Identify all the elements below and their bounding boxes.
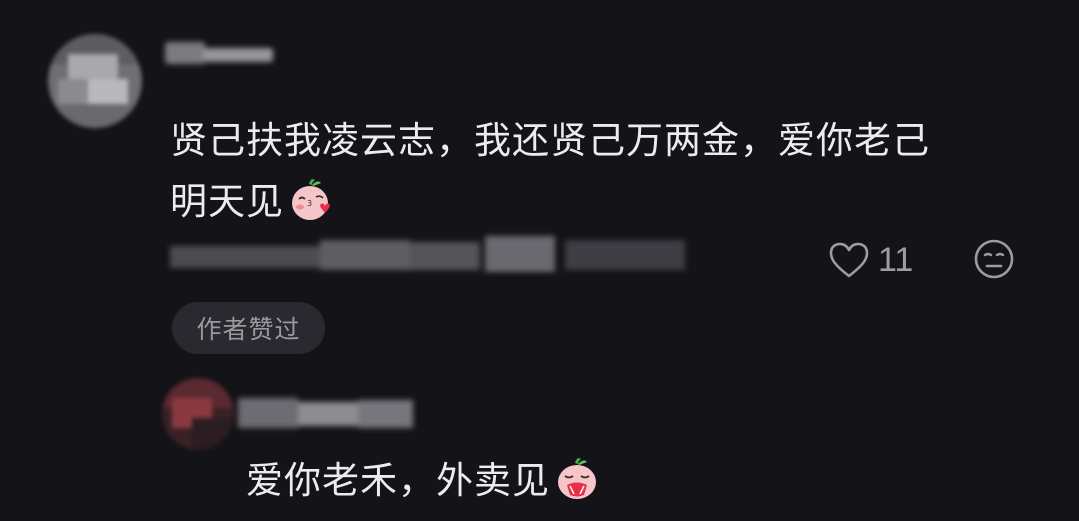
replier-avatar[interactable] [162,378,234,450]
pleading-face-emoji-icon [558,458,596,499]
like-button[interactable]: 11 [828,238,913,282]
commenter-username[interactable] [165,38,275,72]
commenter-avatar[interactable] [48,34,142,128]
comment-text-line1: 贤己扶我凌云志，我还贤己万两金，爱你老己 [170,119,930,162]
comment-text-line2: 明天见 [170,180,284,223]
dislike-face-icon[interactable] [973,238,1015,280]
comment-meta [170,232,690,280]
comment-thread: 贤己扶我凌云志，我还贤己万两金，爱你老己 明天见 3 11 作者赞过 爱你老禾，… [0,0,1079,521]
kiss-face-emoji-icon: 3 [292,179,330,220]
reply-body: 爱你老禾，外卖见 [246,454,600,508]
author-liked-badge: 作者赞过 [172,302,325,354]
like-count: 11 [878,240,914,279]
heart-icon[interactable] [828,241,870,279]
comment-body: 贤己扶我凌云志，我还贤己万两金，爱你老己 明天见 3 [170,110,1030,232]
replier-username[interactable] [238,392,418,434]
reply-text: 爱你老禾，外卖见 [246,459,550,502]
svg-text:3: 3 [307,199,313,208]
